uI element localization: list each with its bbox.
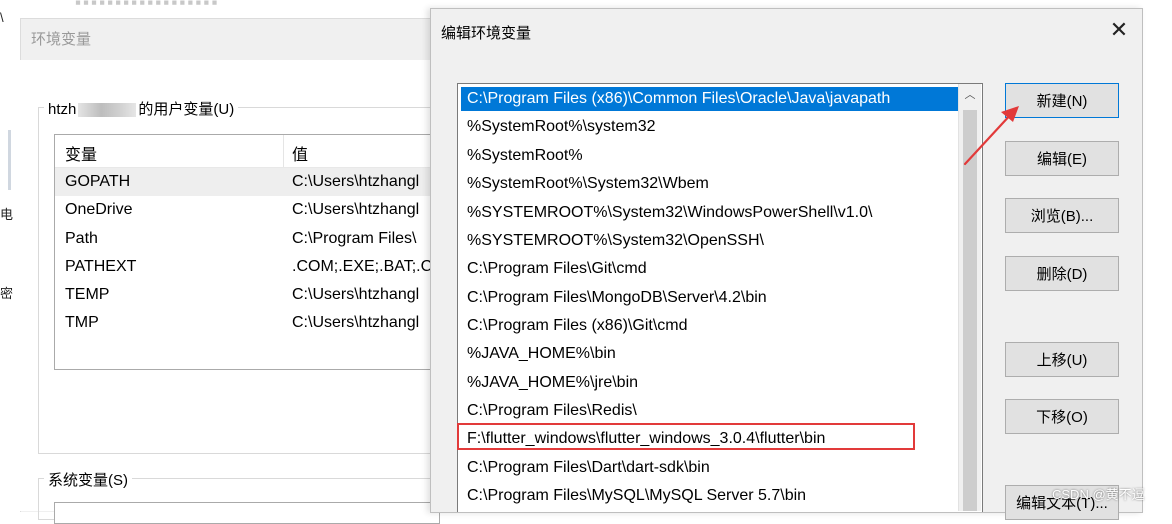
list-item[interactable]: C:\Program Files\MySQL\MySQL Server 5.7\… [461,484,961,508]
list-item[interactable]: %JAVA_HOME%\bin [461,342,961,366]
column-divider[interactable] [283,135,284,167]
clipped-top-text: ▪▪▪▪▪▪▪▪▪▪▪▪▪▪▪▪▪▪ [75,0,220,12]
list-item[interactable]: C:\Program Files\Dart\dart-sdk\bin [461,456,961,480]
table-row[interactable]: TEMP C:\Users\htzhangl [55,281,439,309]
user-variables-label-suffix: 的用户变量(U) [138,101,235,118]
list-item[interactable]: C:\Program Files\MongoDB\Server\4.2\bin [461,286,961,310]
move-up-button[interactable]: 上移(U) [1005,342,1119,377]
close-icon[interactable]: ✕ [1105,16,1133,44]
left-clipped-strip: \ 电 密 [0,0,20,511]
dialog-title: 编辑环境变量 [441,25,532,42]
user-variables-header: 变量 值 [55,135,439,168]
scroll-thumb[interactable] [963,110,977,511]
strip-selection-bar [8,130,11,190]
list-item[interactable]: %SystemRoot% [461,144,961,168]
table-row[interactable]: TMP C:\Users\htzhangl [55,309,439,337]
list-item[interactable]: %JAVA_HOME%\jre\bin [461,371,961,395]
list-item[interactable]: %SystemRoot%\System32\Wbem [461,172,961,196]
list-item[interactable]: C:\Program Files (x86)\Common Files\Orac… [461,87,961,111]
flutter-path-highlight [457,423,915,450]
environment-variables-title: 环境变量 [31,31,92,48]
list-item[interactable]: %SystemRoot%\system32 [461,115,961,139]
csdn-watermark: CSDN @黄不逗 [1052,487,1145,502]
strip-glyph: 密 [0,286,14,301]
user-variables-list[interactable]: 变量 值 GOPATH C:\Users\htzhangl OneDrive C:\… [54,134,440,370]
user-name-visible: htzh [48,101,77,118]
column-header-value[interactable]: 值 [292,141,308,165]
list-item[interactable]: C:\Program Files\Redis\ [461,399,961,423]
list-item[interactable]: %SYSTEMROOT%\System32\OpenSSH\ [461,229,961,253]
strip-glyph: \ [0,10,4,25]
strip-glyph: 电 [0,207,14,222]
system-variables-list[interactable] [54,502,440,524]
table-row[interactable]: OneDrive C:\Users\htzhangl [55,196,439,224]
table-row[interactable]: GOPATH C:\Users\htzhangl [55,168,439,196]
delete-button[interactable]: 删除(D) [1005,256,1119,291]
red-arrow-icon [963,106,1019,166]
redacted-username [78,103,137,118]
system-variables-label: 系统变量(S) [44,469,132,490]
list-item[interactable]: C:\Program Files\Git\cmd [461,257,961,281]
list-item[interactable]: %SYSTEMROOT%\System32\WindowsPowerShell\… [461,201,961,225]
move-down-button[interactable]: 下移(O) [1005,399,1119,434]
list-item[interactable]: C:\Program Files (x86)\Git\cmd [461,314,961,338]
browse-button[interactable]: 浏览(B)... [1005,198,1119,233]
column-header-name[interactable]: 变量 [65,141,97,165]
table-row[interactable]: PATHEXT .COM;.EXE;.BAT;.C [55,253,439,281]
user-variables-label: htzh 的用户变量(U) [44,98,239,119]
table-row[interactable]: Path C:\Program Files\ [55,225,439,253]
